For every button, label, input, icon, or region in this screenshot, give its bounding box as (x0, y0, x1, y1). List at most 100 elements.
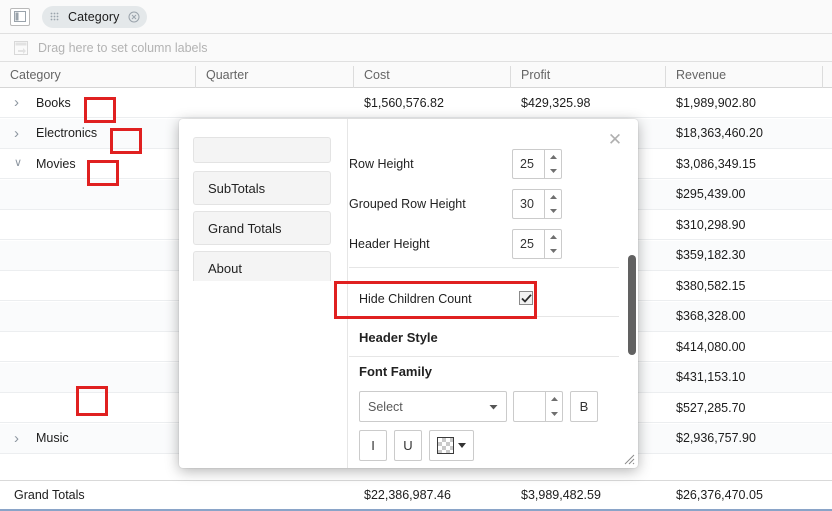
row-category-label: Music (36, 431, 69, 445)
row-category-cell[interactable]: › Books (0, 88, 195, 117)
column-separator[interactable] (510, 66, 511, 88)
font-family-select-value: Select (368, 399, 403, 414)
chevron-down-icon[interactable]: ∨ (14, 158, 28, 169)
row-quarter-cell[interactable] (196, 88, 353, 117)
font-color-button[interactable] (429, 430, 474, 461)
row-revenue-cell[interactable]: $368,328.00 (666, 302, 822, 331)
row-revenue-cell[interactable]: $3,086,349.15 (666, 149, 822, 178)
row-category-cell[interactable]: › Electronics (0, 119, 195, 148)
chevron-right-icon[interactable]: › (14, 126, 28, 141)
settings-dialog: ✕ SubTotals Grand Totals About Row Heigh… (179, 119, 638, 468)
font-family-select[interactable]: Select (359, 391, 507, 422)
row-revenue-cell[interactable]: $380,582.15 (666, 271, 822, 300)
dialog-vertical-scrollbar[interactable] (627, 119, 637, 468)
chevron-right-icon[interactable]: › (14, 431, 28, 446)
header-style-title: Header Style (359, 330, 438, 345)
check-icon (520, 293, 532, 303)
grand-totals-profit: $3,989,482.59 (521, 488, 601, 502)
grouped-row-height-stepper-buttons (544, 190, 561, 218)
row-revenue-cell[interactable]: $2,936,757.90 (666, 424, 822, 453)
row-revenue-cell[interactable]: $295,439.00 (666, 180, 822, 209)
row-category-cell[interactable]: ∨ Movies (0, 149, 195, 178)
row-category-cell[interactable] (0, 210, 195, 239)
row-revenue-cell[interactable]: $527,285.70 (666, 393, 822, 422)
row-revenue-cell[interactable]: $18,363,460.20 (666, 119, 822, 148)
font-size-stepper-buttons (545, 392, 562, 421)
drag-grip-icon (50, 12, 59, 20)
column-header-profit[interactable]: Profit (511, 62, 665, 88)
remove-circle-icon[interactable] (128, 11, 140, 23)
resize-grip-icon[interactable] (624, 454, 635, 465)
row-height-stepper[interactable]: 25 (512, 149, 562, 179)
stepper-down-icon[interactable] (545, 244, 561, 258)
table-row[interactable]: › Books $1,560,576.82 $429,325.98 $1,989,902… (0, 88, 832, 118)
stepper-up-icon[interactable] (545, 230, 561, 244)
column-header-category[interactable]: Category (0, 62, 195, 88)
stepper-down-icon[interactable] (545, 164, 561, 178)
row-axis-glyph (14, 11, 26, 22)
row-revenue-cell[interactable]: $431,153.10 (666, 363, 822, 392)
column-drop-icon (14, 40, 28, 55)
font-size-value[interactable] (514, 392, 545, 421)
column-header-cost[interactable]: Cost (354, 62, 510, 88)
row-profit-cell[interactable]: $429,325.98 (511, 88, 665, 117)
stepper-up-icon[interactable] (545, 150, 561, 164)
chevron-right-icon[interactable]: › (14, 95, 28, 110)
column-header-revenue[interactable]: Revenue (666, 62, 822, 88)
dialog-tab-about[interactable]: About (193, 251, 331, 281)
stepper-down-icon[interactable] (546, 407, 562, 422)
hide-children-count-checkbox[interactable] (519, 291, 533, 305)
italic-button[interactable]: I (359, 430, 387, 461)
column-separator[interactable] (195, 66, 196, 88)
pivot-grid-app: Category Drag here to set column labels … (0, 0, 832, 511)
row-category-cell[interactable] (0, 332, 195, 361)
header-height-value[interactable]: 25 (513, 230, 544, 258)
field-row-height: Row Height 25 (349, 147, 617, 181)
row-category-cell[interactable] (0, 271, 195, 300)
row-category-cell[interactable] (0, 363, 195, 392)
column-labels-drop-zone[interactable]: Drag here to set column labels (0, 34, 832, 62)
bold-button[interactable]: B (570, 391, 598, 422)
grouped-row-height-stepper[interactable]: 30 (512, 189, 562, 219)
row-axis-bar: Category (0, 0, 832, 34)
column-separator[interactable] (822, 66, 823, 88)
font-family-title: Font Family (359, 364, 432, 379)
row-revenue-cell[interactable]: $310,298.90 (666, 210, 822, 239)
row-category-cell[interactable] (0, 241, 195, 270)
column-header-quarter[interactable]: Quarter (196, 62, 353, 88)
row-height-stepper-buttons (544, 150, 561, 178)
dialog-tab-grand-totals[interactable]: Grand Totals (193, 211, 331, 245)
dialog-tab-subtotals[interactable]: SubTotals (193, 171, 331, 205)
row-category-cell[interactable]: › Music (0, 424, 195, 453)
header-height-stepper[interactable]: 25 (512, 229, 562, 259)
grand-totals-row: Grand Totals $22,386,987.46 $3,989,482.5… (0, 480, 832, 511)
dialog-scrollbar-thumb[interactable] (628, 255, 636, 355)
stepper-up-icon[interactable] (545, 190, 561, 204)
field-grouped-row-height: Grouped Row Height 30 (349, 187, 617, 221)
row-revenue-cell[interactable]: $1,989,902.80 (666, 88, 822, 117)
row-cost-cell[interactable]: $1,560,576.82 (354, 88, 510, 117)
stepper-down-icon[interactable] (545, 204, 561, 218)
chevron-down-icon (489, 404, 498, 409)
row-category-cell[interactable] (0, 180, 195, 209)
column-separator[interactable] (665, 66, 666, 88)
underline-button[interactable]: U (394, 430, 422, 461)
hide-children-count-label: Hide Children Count (359, 292, 472, 306)
row-height-value[interactable]: 25 (513, 150, 544, 178)
field-grouped-row-height-label: Grouped Row Height (349, 197, 466, 211)
chevron-down-icon (458, 443, 466, 448)
field-header-height: Header Height 25 (349, 227, 617, 261)
dialog-tab-clip: SubTotals Grand Totals About (193, 119, 348, 281)
field-chip-category[interactable]: Category (42, 5, 147, 28)
font-size-stepper[interactable] (513, 391, 563, 422)
grouped-row-height-value[interactable]: 30 (513, 190, 544, 218)
column-separator[interactable] (353, 66, 354, 88)
row-category-cell[interactable] (0, 302, 195, 331)
row-revenue-cell[interactable]: $359,182.30 (666, 241, 822, 270)
stepper-up-icon[interactable] (546, 392, 562, 407)
row-category-cell[interactable] (0, 393, 195, 422)
header-height-stepper-buttons (544, 230, 561, 258)
dialog-tab-partial[interactable] (193, 137, 331, 163)
row-revenue-cell[interactable]: $414,080.00 (666, 332, 822, 361)
dialog-content-pane: Row Height 25 Grouped Row Height 30 Head… (349, 119, 638, 468)
